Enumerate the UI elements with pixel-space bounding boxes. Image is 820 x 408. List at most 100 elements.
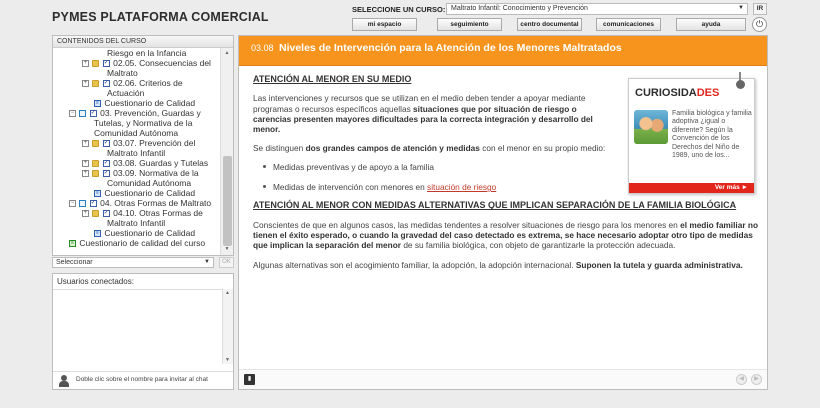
tree-item[interactable]: + ✓ 03.08. Guardas y Tutelas	[82, 158, 208, 168]
tree-item[interactable]: + ✓ 03.09. Normativa de la	[82, 168, 199, 178]
folder-icon	[92, 80, 100, 88]
tree-item-label[interactable]: Maltrato Infantil	[107, 218, 165, 228]
list-item-text: Medidas de intervención con menores en	[273, 182, 428, 193]
tree-item-label: 02.06. Criterios de	[113, 78, 183, 88]
brand-title: PYMES PLATAFORMA COMERCIAL	[52, 10, 269, 24]
section-title: Niveles de Intervención para la Atención…	[279, 42, 622, 54]
paragraph: Se distinguen dos grandes campos de aten…	[253, 143, 615, 153]
tree-item-label[interactable]: Tutelas, y Normativa de la	[94, 118, 192, 128]
section-number: 03.08	[251, 43, 274, 53]
paragraph-text: Algunas alternativas son el acogimiento …	[253, 259, 576, 270]
document-icon: ≡	[94, 190, 101, 198]
tree-item-label: 04.10. Otras Formas de	[113, 208, 203, 218]
bookmark-icon[interactable]: ▮	[244, 374, 255, 385]
family-photo	[634, 110, 668, 144]
ok-button[interactable]: OK	[219, 257, 234, 268]
quiz-icon: ≡	[69, 240, 76, 248]
scroll-down-icon[interactable]: ▼	[225, 357, 230, 363]
tree-item[interactable]: − ✓ 04. Otras Formas de Maltrato	[69, 198, 211, 208]
expand-icon[interactable]: +	[82, 170, 89, 178]
scroll-thumb[interactable]	[223, 156, 232, 246]
tree-item[interactable]: ≡ Cuestionario de Calidad	[94, 188, 195, 198]
ver-mas-link[interactable]: Ver más ►	[629, 183, 754, 193]
tree-item-label: 03.07. Prevención del	[113, 138, 196, 148]
checkbox-icon[interactable]: ✓	[102, 140, 110, 148]
course-tree: Riesgo en la Infancia + ✓ 02.05. Consecu…	[53, 48, 221, 255]
checkbox-icon[interactable]: ✓	[102, 60, 110, 68]
content-panel: 03.08 Niveles de Intervención para la At…	[238, 35, 768, 390]
power-icon[interactable]: ⏻	[752, 17, 767, 32]
tree-item[interactable]: + ✓ 02.06. Criterios de	[82, 78, 183, 88]
nav-seguimiento-button[interactable]: seguimiento	[437, 18, 502, 31]
situacion-riesgo-link[interactable]: situación de riesgo	[427, 182, 496, 192]
go-button[interactable]: IR	[753, 3, 767, 15]
chat-hint: Doble clic sobre el nombre para invitar …	[53, 371, 233, 389]
checkbox-icon[interactable]: ✓	[102, 80, 110, 88]
curiosidades-title: CURIOSIDADES	[635, 87, 719, 99]
course-select-value: Maltrato Infantil: Conocimiento y Preven…	[451, 5, 588, 12]
folder-icon	[92, 60, 100, 68]
paragraph-text: de su familia biológica, con objeto de g…	[401, 240, 676, 251]
paragraph: Algunas alternativas son el acogimiento …	[253, 260, 758, 270]
paragraph: Las intervenciones y recursos que se uti…	[253, 93, 615, 134]
tree-item[interactable]: + ✓ 02.05. Consecuencias del	[82, 58, 211, 68]
tree-item-label[interactable]: Comunidad Autónoma	[107, 178, 191, 188]
navigation-select[interactable]: Seleccionar ▼	[52, 257, 214, 268]
course-select[interactable]: Maltrato Infantil: Conocimiento y Preven…	[446, 3, 748, 15]
curiosidades-title-red: DES	[696, 87, 720, 99]
module-icon	[79, 200, 87, 208]
chevron-down-icon: ▼	[738, 5, 744, 11]
users-scrollbar[interactable]: ▲ ▼	[222, 289, 233, 364]
paragraph-bold: dos grandes campos de atención y medidas	[305, 143, 480, 154]
tree-item-label[interactable]: Maltrato Infantil	[107, 148, 165, 158]
heading-medidas-alternativas: ATENCIÓN AL MENOR CON MEDIDAS ALTERNATIV…	[253, 200, 737, 211]
scroll-up-icon[interactable]: ▲	[225, 290, 230, 296]
tree-item[interactable]: Riesgo en la Infancia	[107, 48, 186, 58]
nav-mi-espacio-button[interactable]: mi espacio	[352, 18, 417, 31]
module-icon	[79, 110, 87, 118]
tree-scrollbar[interactable]: ▲ ▼	[220, 48, 233, 255]
checkbox-icon[interactable]: ✓	[89, 110, 97, 118]
section-header: 03.08 Niveles de Intervención para la At…	[239, 36, 767, 66]
course-select-label: SELECCIONE UN CURSO:	[352, 5, 446, 14]
scroll-down-icon[interactable]: ▼	[222, 245, 232, 254]
nav-ayuda-button[interactable]: ayuda	[676, 18, 746, 31]
pin-icon	[736, 72, 745, 89]
chat-hint-text: Doble clic sobre el nombre para invitar …	[76, 376, 208, 383]
previous-page-icon[interactable]: ◀	[736, 374, 747, 385]
nav-comunicaciones-button[interactable]: comunicaciones	[596, 18, 661, 31]
expand-icon[interactable]: +	[82, 160, 89, 168]
curiosidades-widget[interactable]: CURIOSIDADES Familia biológica y familia…	[628, 72, 755, 194]
expand-icon[interactable]: +	[82, 80, 89, 88]
expand-icon[interactable]: +	[82, 140, 89, 148]
user-icon	[59, 375, 69, 387]
folder-icon	[92, 160, 100, 168]
next-page-icon[interactable]: ▶	[751, 374, 762, 385]
checkbox-icon[interactable]: ✓	[102, 210, 110, 218]
scroll-up-icon[interactable]: ▲	[222, 49, 232, 58]
tree-item[interactable]: ≡ Cuestionario de Calidad	[94, 98, 195, 108]
tree-item[interactable]: ≡ Cuestionario de calidad del curso	[69, 238, 205, 248]
tree-item-label[interactable]: Actuación	[107, 88, 144, 98]
expand-icon[interactable]: +	[82, 60, 89, 68]
tree-item[interactable]: + ✓ 03.07. Prevención del	[82, 138, 195, 148]
expand-icon[interactable]: +	[82, 210, 89, 218]
paragraph-text: con el menor en su propio medio:	[479, 143, 606, 154]
paragraph-bold: Suponen la tutela y guarda administrativ…	[575, 259, 743, 270]
paragraph-text: Se distinguen	[253, 143, 306, 154]
tree-item-label: 03.08. Guardas y Tutelas	[113, 158, 209, 168]
tree-item-label[interactable]: Maltrato	[107, 68, 138, 78]
tree-item-label[interactable]: Comunidad Autónoma	[94, 128, 178, 138]
collapse-icon[interactable]: −	[69, 110, 76, 118]
checkbox-icon[interactable]: ✓	[102, 160, 110, 168]
checkbox-icon[interactable]: ✓	[102, 170, 110, 178]
document-icon: ≡	[94, 230, 101, 238]
tree-item-label: Cuestionario de calidad del curso	[79, 238, 206, 248]
collapse-icon[interactable]: −	[69, 200, 76, 208]
checkbox-icon[interactable]: ✓	[89, 200, 97, 208]
tree-item[interactable]: ≡ Cuestionario de Calidad	[94, 228, 195, 238]
nav-centro-documental-button[interactable]: centro documental	[517, 18, 582, 31]
curiosidades-title-dark: CURIOSIDA	[635, 87, 697, 99]
tree-item[interactable]: − ✓ 03. Prevención, Guardas y	[69, 108, 201, 118]
tree-item[interactable]: + ✓ 04.10. Otras Formas de	[82, 208, 203, 218]
